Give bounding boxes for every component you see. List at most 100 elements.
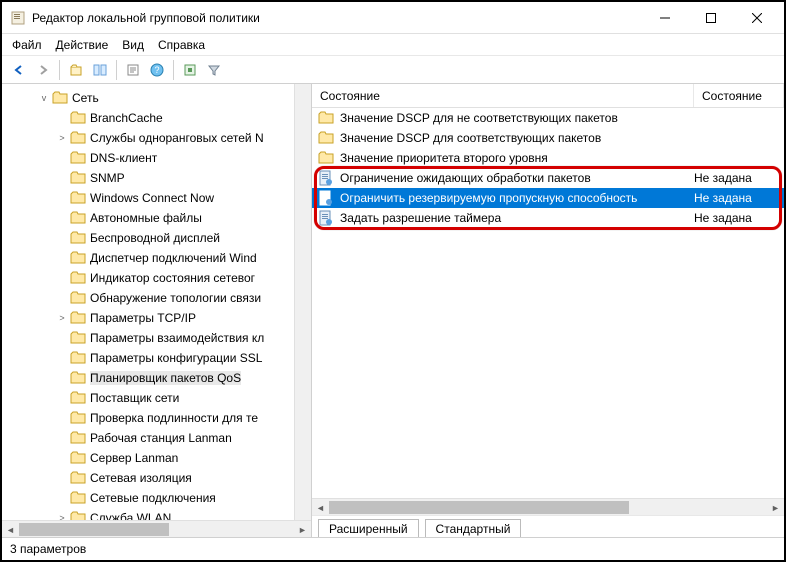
chevron-down-icon[interactable]: v xyxy=(38,93,50,103)
tab-standard[interactable]: Стандартный xyxy=(425,519,522,537)
folder-icon xyxy=(70,391,86,405)
tree-item-label: Сетевые подключения xyxy=(90,491,216,505)
tree-item[interactable]: Сервер Lanman xyxy=(2,448,311,468)
tree-item[interactable]: Планировщик пакетов QoS xyxy=(2,368,311,388)
maximize-button[interactable] xyxy=(688,3,734,33)
filter-button[interactable] xyxy=(203,59,225,81)
policy-icon xyxy=(318,170,334,186)
column-header-setting[interactable]: Состояние xyxy=(312,84,694,107)
policy-icon xyxy=(318,210,334,226)
tree-item[interactable]: Проверка подлинности для те xyxy=(2,408,311,428)
tree-item-label: Сервер Lanman xyxy=(90,451,178,465)
tree-scrollbar[interactable] xyxy=(294,84,311,520)
menubar: Файл Действие Вид Справка xyxy=(2,34,784,56)
tree-item-label: Сеть xyxy=(72,91,99,105)
folder-icon xyxy=(70,331,86,345)
policy-row[interactable]: Значение приоритета второго уровня xyxy=(312,148,784,168)
folder-icon xyxy=(70,351,86,365)
tree-item[interactable]: Параметры взаимодействия кл xyxy=(2,328,311,348)
folder-icon xyxy=(318,150,334,166)
policy-list[interactable]: Значение DSCP для не соответствующих пак… xyxy=(312,108,784,498)
tree-item-label: SNMP xyxy=(90,171,125,185)
tree-item-label: Параметры TCP/IP xyxy=(90,311,196,325)
tree-item-root[interactable]: v Сеть xyxy=(2,88,311,108)
policy-row[interactable]: Задать разрешение таймераНе задана xyxy=(312,208,784,228)
tree-item-label: Параметры конфигурации SSL xyxy=(90,351,262,365)
tree-item[interactable]: Сетевые подключения xyxy=(2,488,311,508)
tree-item[interactable]: Диспетчер подключений Wind xyxy=(2,248,311,268)
folder-icon xyxy=(70,211,86,225)
forward-button[interactable] xyxy=(32,59,54,81)
chevron-right-icon[interactable]: > xyxy=(56,133,68,143)
policy-name: Значение DSCP для не соответствующих пак… xyxy=(340,111,694,125)
folder-icon xyxy=(70,271,86,285)
help-button[interactable]: ? xyxy=(146,59,168,81)
tree-item-label: Параметры взаимодействия кл xyxy=(90,331,264,345)
options-button[interactable] xyxy=(179,59,201,81)
menu-view[interactable]: Вид xyxy=(122,38,144,52)
folder-icon xyxy=(70,291,86,305)
tree-hscroll[interactable]: ◄ ► xyxy=(2,520,311,537)
tree-item[interactable]: Рабочая станция Lanman xyxy=(2,428,311,448)
tree-item[interactable]: SNMP xyxy=(2,168,311,188)
folder-icon xyxy=(70,411,86,425)
folder-icon xyxy=(70,171,86,185)
folder-icon xyxy=(70,231,86,245)
tree-item[interactable]: >Службы одноранговых сетей N xyxy=(2,128,311,148)
tree-pane: v Сеть BranchCache >Службы одноранговых сет… xyxy=(2,84,312,537)
menu-help[interactable]: Справка xyxy=(158,38,205,52)
tree-item[interactable]: Обнаружение топологии связи xyxy=(2,288,311,308)
column-header-state[interactable]: Состояние xyxy=(694,84,784,107)
policy-row[interactable]: Значение DSCP для соответствующих пакето… xyxy=(312,128,784,148)
content-area: v Сеть BranchCache >Службы одноранговых сет… xyxy=(2,84,784,538)
tree-item-label: Автономные файлы xyxy=(90,211,202,225)
back-button[interactable] xyxy=(8,59,30,81)
tree-item-label: Сетевая изоляция xyxy=(90,471,192,485)
tree-item[interactable]: > Параметры TCP/IP xyxy=(2,308,311,328)
tab-extended[interactable]: Расширенный xyxy=(318,519,419,537)
menu-action[interactable]: Действие xyxy=(56,38,109,52)
app-window: Редактор локальной групповой политики Фа… xyxy=(0,0,786,562)
folder-icon xyxy=(70,131,86,145)
tree-item-label: Индикатор состояния сетевог xyxy=(90,271,255,285)
tree-item[interactable]: Сетевая изоляция xyxy=(2,468,311,488)
tree-item[interactable]: Параметры конфигурации SSL xyxy=(2,348,311,368)
tree-item[interactable]: DNS-клиент xyxy=(2,148,311,168)
folder-icon xyxy=(70,491,86,505)
policy-row[interactable]: Ограничить резервируемую пропускную спос… xyxy=(312,188,784,208)
show-hide-pane-button[interactable] xyxy=(89,59,111,81)
menu-file[interactable]: Файл xyxy=(12,38,42,52)
tree-item[interactable]: Беспроводной дисплей xyxy=(2,228,311,248)
tree-item-label: Диспетчер подключений Wind xyxy=(90,251,257,265)
close-button[interactable] xyxy=(734,3,780,33)
svg-text:?: ? xyxy=(154,65,159,75)
export-button[interactable] xyxy=(122,59,144,81)
tree-item[interactable]: Автономные файлы xyxy=(2,208,311,228)
tree-item-label: BranchCache xyxy=(90,111,163,125)
policy-icon xyxy=(318,190,334,206)
list-header: Состояние Состояние xyxy=(312,84,784,108)
folder-icon xyxy=(70,471,86,485)
list-hscroll[interactable]: ◄ ► xyxy=(312,498,784,515)
tree[interactable]: v Сеть BranchCache >Службы одноранговых сет… xyxy=(2,84,311,532)
folder-icon xyxy=(70,151,86,165)
policy-name: Значение приоритета второго уровня xyxy=(340,151,694,165)
tree-item[interactable]: Windows Connect Now xyxy=(2,188,311,208)
tree-item-label: Планировщик пакетов QoS xyxy=(90,371,241,385)
policy-state: Не задана xyxy=(694,171,784,185)
policy-name: Значение DSCP для соответствующих пакето… xyxy=(340,131,694,145)
tree-item[interactable]: Поставщик сети xyxy=(2,388,311,408)
folder-icon xyxy=(52,91,68,105)
tree-item[interactable]: Индикатор состояния сетевог xyxy=(2,268,311,288)
minimize-button[interactable] xyxy=(642,3,688,33)
folder-icon xyxy=(70,311,86,325)
policy-row[interactable]: Ограничение ожидающих обработки пакетовН… xyxy=(312,168,784,188)
policy-name: Ограничить резервируемую пропускную спос… xyxy=(340,191,694,205)
policy-row[interactable]: Значение DSCP для не соответствующих пак… xyxy=(312,108,784,128)
folder-icon xyxy=(70,451,86,465)
chevron-right-icon[interactable]: > xyxy=(56,313,68,323)
tree-item-label: DNS-клиент xyxy=(90,151,157,165)
up-button[interactable] xyxy=(65,59,87,81)
tree-item[interactable]: BranchCache xyxy=(2,108,311,128)
toolbar: ? xyxy=(2,56,784,84)
